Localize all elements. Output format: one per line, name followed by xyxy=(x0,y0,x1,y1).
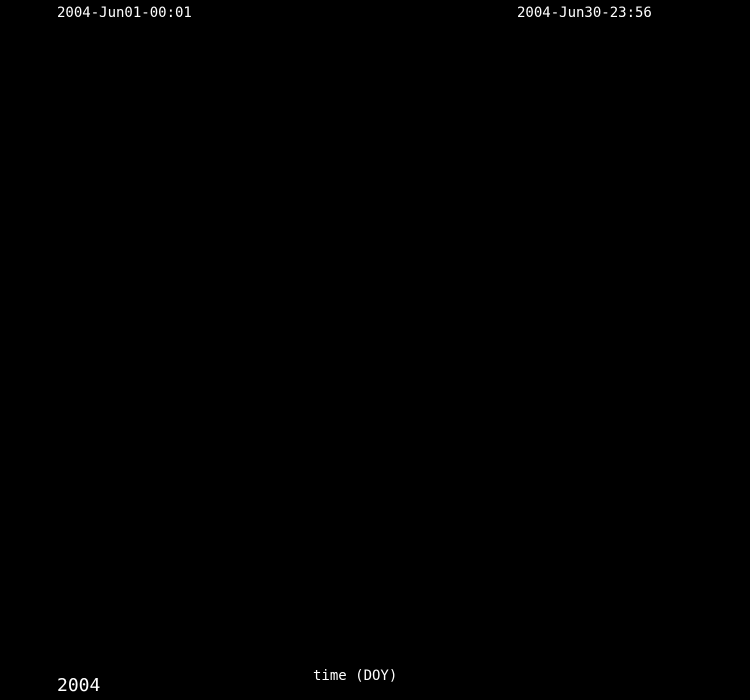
rates-plot-canvas xyxy=(0,0,750,700)
x-axis-title: time (DOY) xyxy=(313,669,397,683)
radiation-rates-dashboard: { "header": {"start_date": "2004-Jun01-0… xyxy=(0,0,750,700)
year-label: 2004 xyxy=(57,677,100,695)
end-datetime-label: 2004-Jun30-23:56 xyxy=(517,6,652,20)
start-datetime-label: 2004-Jun01-00:01 xyxy=(57,6,192,20)
